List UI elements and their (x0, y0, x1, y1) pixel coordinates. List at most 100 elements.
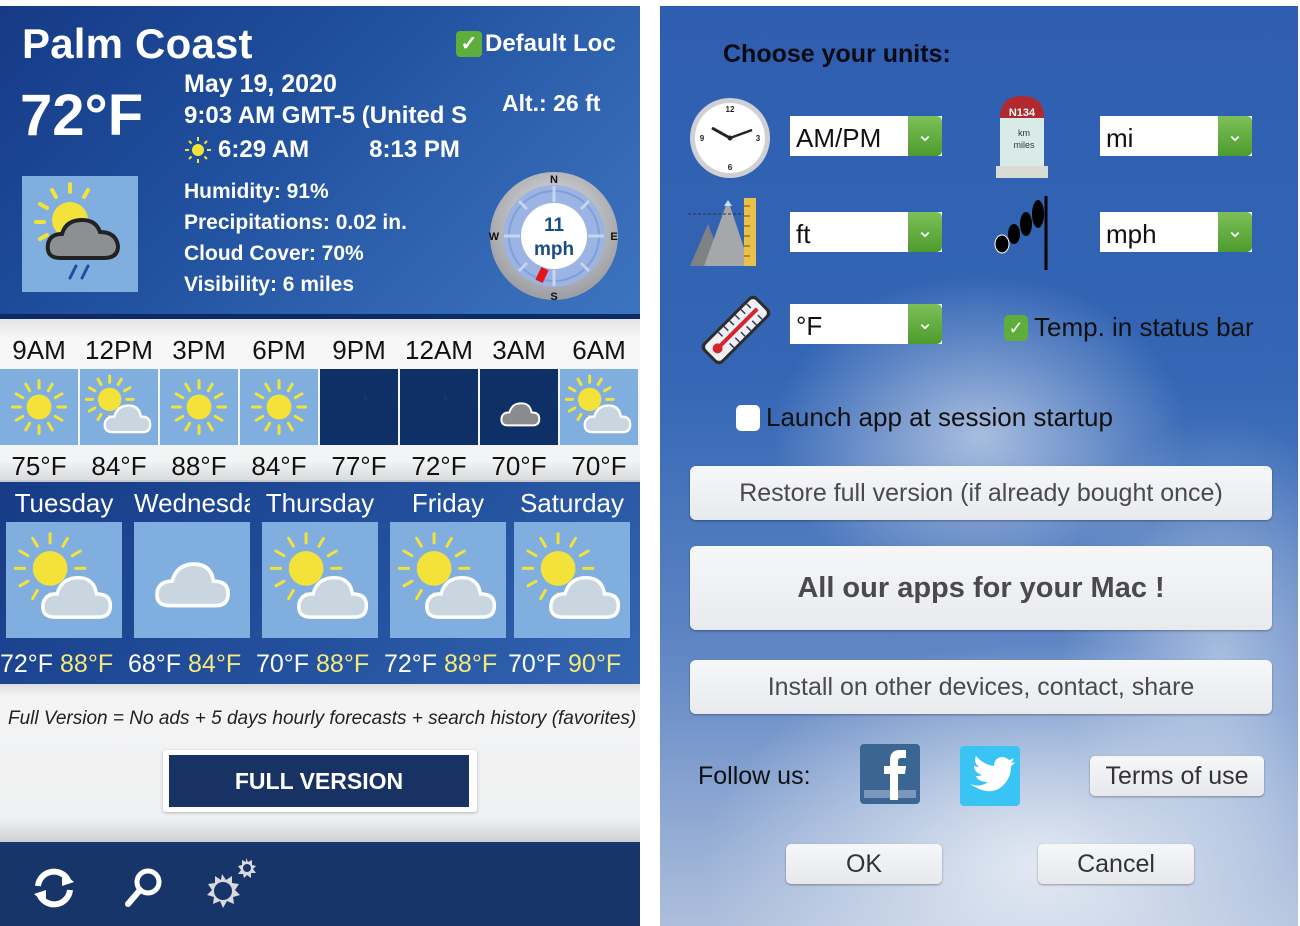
install-share-button[interactable]: Install on other devices, contact, share (690, 660, 1272, 714)
search-icon[interactable] (114, 858, 174, 918)
windsock-icon (988, 192, 1072, 276)
launch-at-startup-label: Launch app at session startup (766, 402, 1113, 432)
restore-full-version-button[interactable]: Restore full version (if already bought … (690, 466, 1272, 520)
settings-icon[interactable] (196, 858, 266, 918)
city-name: Palm Coast (22, 20, 253, 67)
wind-speed-value: mph (1106, 219, 1157, 249)
weather-details: Humidity: 91% Precipitations: 0.02 in. C… (184, 176, 407, 300)
sun-cloud-icon (262, 522, 378, 638)
sun-cloud-icon (80, 369, 158, 445)
low-temp: 70°F (508, 650, 562, 678)
day-name: Wednesday (134, 488, 250, 518)
wind-speed-select[interactable]: mph ⌄ (1100, 212, 1252, 252)
svg-text:6: 6 (728, 163, 733, 172)
launch-at-startup-checkbox[interactable]: Launch app at session startup (736, 402, 1113, 433)
wind-compass: N S W E 11 mph (488, 170, 620, 303)
moon-icon (340, 141, 354, 159)
follow-us-label: Follow us: (698, 762, 811, 790)
settings-panel: Choose your units: 12 3 6 9 AM/PM ⌄ N134 km… (660, 6, 1298, 926)
sun-icon (240, 369, 318, 445)
sun-icon (0, 369, 78, 445)
chevron-down-icon[interactable]: ⌄ (908, 304, 942, 344)
svg-text:3: 3 (756, 134, 761, 143)
compass-w: W (489, 231, 500, 243)
hourly-time: 9AM (12, 335, 66, 365)
unchecked-box (736, 404, 760, 431)
full-version-button[interactable]: FULL VERSION (169, 755, 469, 807)
terms-of-use-button[interactable]: Terms of use (1090, 756, 1264, 796)
low-temp: 72°F (0, 650, 54, 678)
chevron-down-icon[interactable]: ⌄ (908, 116, 942, 156)
chevron-down-icon[interactable]: ⌄ (908, 212, 942, 252)
altitude-value: ft (796, 219, 811, 249)
low-temp: 68°F (128, 650, 182, 678)
day-temps: 70°F 88°F (256, 638, 378, 682)
hourly-item: 3PM 88°F (160, 319, 238, 485)
chevron-down-icon[interactable]: ⌄ (1218, 116, 1252, 156)
hourly-item: 9PM 77°F (320, 319, 398, 485)
temperature-select[interactable]: °F ⌄ (790, 304, 942, 344)
high-temp: 88°F (60, 650, 114, 678)
facebook-icon[interactable] (860, 744, 920, 804)
compass-s: S (550, 291, 557, 302)
current-conditions: Palm Coast ✓ Default Loc 72°F May 19, 20… (0, 6, 640, 314)
chevron-down-icon[interactable]: ⌄ (1218, 212, 1252, 252)
high-temp: 88°F (316, 650, 370, 678)
day-temps: 72°F 88°F (384, 638, 506, 682)
daily-item: Tuesday 72°F 88°F (0, 482, 122, 682)
wind-unit: mph (534, 239, 574, 260)
hourly-time: 3AM (492, 335, 546, 365)
all-apps-button[interactable]: All our apps for your Mac ! (690, 546, 1272, 630)
high-temp: 90°F (568, 650, 622, 678)
milestone-miles: miles (1013, 140, 1035, 150)
promo-area: Full Version = No ads + 5 days hourly fo… (0, 684, 640, 842)
hourly-item: 3AM 70°F (480, 319, 558, 485)
daily-item: Friday 72°F 88°F (384, 482, 506, 682)
checkmark-icon: ✓ (1004, 314, 1028, 341)
hourly-time: 6AM (572, 335, 626, 365)
hourly-time: 12AM (405, 335, 473, 365)
hourly-temp: 88°F (171, 451, 227, 481)
default-location-label: Default Loc (485, 30, 616, 57)
time-format-select[interactable]: AM/PM ⌄ (790, 116, 942, 156)
hourly-item: 6PM 84°F (240, 319, 318, 485)
hourly-time: 3PM (172, 335, 226, 365)
svg-text:9: 9 (700, 134, 705, 143)
temp-in-status-bar-checkbox[interactable]: ✓ Temp. in status bar (1004, 312, 1254, 343)
moon-icon (400, 369, 478, 445)
hourly-temp: 84°F (91, 451, 147, 481)
cancel-button[interactable]: Cancel (1038, 844, 1194, 884)
low-temp: 72°F (384, 650, 438, 678)
sun-cloud-icon (6, 522, 122, 638)
day-name: Thursday (265, 488, 375, 518)
hourly-time: 6PM (252, 335, 306, 365)
temp-in-status-bar-label: Temp. in status bar (1034, 312, 1254, 342)
distance-select[interactable]: mi ⌄ (1100, 116, 1252, 156)
moon-icon (320, 369, 398, 445)
sun-cloud-icon (514, 522, 630, 638)
hourly-temp: 75°F (11, 451, 67, 481)
ok-button[interactable]: OK (786, 844, 942, 884)
day-temps: 72°F 88°F (0, 638, 122, 682)
visibility: Visibility: 6 miles (184, 273, 355, 296)
refresh-icon[interactable] (24, 858, 84, 918)
milestone-code: N134 (1009, 107, 1036, 119)
hourly-item: 6AM 70°F (560, 319, 638, 485)
default-location-checkbox[interactable]: ✓ Default Loc (456, 30, 616, 58)
daily-item: Wednesday 68°F 84°F (128, 482, 250, 682)
altitude-select[interactable]: ft ⌄ (790, 212, 942, 252)
partly-sunny-rain-icon (22, 176, 138, 292)
units-title: Choose your units: (723, 40, 951, 68)
hourly-item: 12PM 84°F (80, 319, 158, 485)
current-time: 9:03 AM GMT-5 (United S (184, 102, 468, 129)
distance-value: mi (1106, 123, 1134, 153)
sunrise-time: 6:29 AM (218, 136, 310, 163)
checkmark-icon: ✓ (456, 31, 482, 57)
wind-speed: 11 (544, 215, 565, 236)
milestone-icon: N134 km miles (994, 94, 1050, 178)
day-temps: 68°F 84°F (128, 638, 250, 682)
cloud-icon (134, 522, 250, 638)
humidity: Humidity: 91% (184, 180, 329, 203)
clock-icon: 12 3 6 9 (688, 96, 772, 180)
twitter-icon[interactable] (960, 746, 1020, 806)
